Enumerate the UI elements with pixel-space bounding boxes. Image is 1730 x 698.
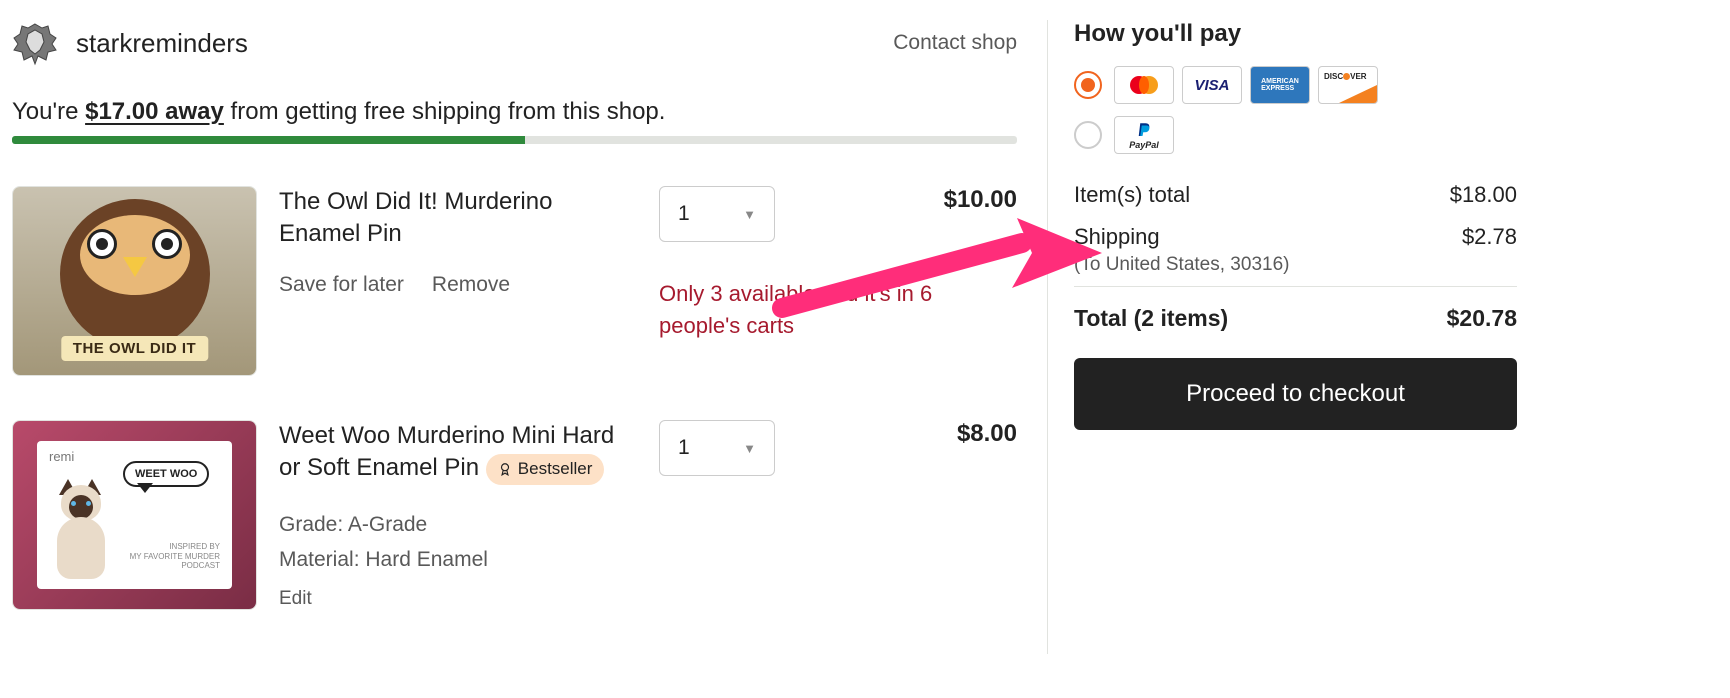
mastercard-icon xyxy=(1114,66,1174,104)
items-total-row: Item(s) total $18.00 xyxy=(1074,174,1517,216)
chevron-down-icon: ▼ xyxy=(743,207,756,222)
shipping-destination[interactable]: (To United States, 30316) xyxy=(1074,254,1517,276)
free-ship-amount: $17.00 away xyxy=(85,98,224,125)
proceed-to-checkout-button[interactable]: Proceed to checkout xyxy=(1074,358,1517,430)
payment-title: How you'll pay xyxy=(1074,20,1517,48)
item-thumbnail[interactable]: THE OWL DID IT xyxy=(12,186,257,376)
grand-total-label: Total (2 items) xyxy=(1074,305,1228,332)
free-shipping-progress xyxy=(12,136,1017,144)
amex-icon: AMERICANEXPRESS xyxy=(1250,66,1310,104)
remove-item-link[interactable]: Remove xyxy=(432,273,510,297)
shipping-value: $2.78 xyxy=(1462,224,1517,250)
edit-item-link[interactable]: Edit xyxy=(279,588,312,610)
save-for-later-link[interactable]: Save for later xyxy=(279,273,404,297)
shipping-label: Shipping xyxy=(1074,224,1160,250)
items-total-value: $18.00 xyxy=(1450,182,1517,208)
cart-item: remi WEET WOO INSPIRED BY MY FAVORITE MU… xyxy=(12,420,1017,610)
urgency-message: Only 3 available and it's in 6 people's … xyxy=(659,278,989,342)
shop-avatar[interactable] xyxy=(12,20,58,66)
divider xyxy=(1074,286,1517,287)
paypal-icon: PayPal xyxy=(1114,116,1174,154)
free-ship-suffix: from getting free shipping from this sho… xyxy=(224,98,666,125)
radio-paypal[interactable] xyxy=(1074,121,1102,149)
quantity-value: 1 xyxy=(678,436,690,460)
paypal-label: PayPal xyxy=(1129,140,1159,150)
free-ship-prefix: You're xyxy=(12,98,85,125)
radio-cards[interactable] xyxy=(1074,71,1102,99)
card-tagline: INSPIRED BY MY FAVORITE MURDER PODCAST xyxy=(130,542,220,571)
free-shipping-message: You're $17.00 away from getting free shi… xyxy=(12,98,1017,126)
progress-fill xyxy=(12,136,525,144)
owl-banner-text: THE OWL DID IT xyxy=(61,336,208,361)
item-thumbnail[interactable]: remi WEET WOO INSPIRED BY MY FAVORITE MU… xyxy=(12,420,257,610)
chevron-down-icon: ▼ xyxy=(743,441,756,456)
item-grade: Grade: A-Grade xyxy=(279,507,637,543)
speech-bubble-text: WEET WOO xyxy=(123,461,209,487)
item-material: Material: Hard Enamel xyxy=(279,542,637,578)
discover-icon: DISCVER xyxy=(1318,66,1378,104)
shop-name[interactable]: starkreminders xyxy=(76,28,248,59)
bestseller-label: Bestseller xyxy=(518,458,593,481)
payment-option-paypal[interactable]: PayPal xyxy=(1074,116,1517,154)
bestseller-badge: Bestseller xyxy=(486,454,605,485)
cart-item: THE OWL DID IT The Owl Did It! Murderino… xyxy=(12,186,1017,376)
visa-icon: VISA xyxy=(1182,66,1242,104)
payment-option-cards[interactable]: VISA AMERICANEXPRESS DISCVER xyxy=(1074,66,1517,104)
quantity-value: 1 xyxy=(678,202,690,226)
grand-total-row: Total (2 items) $20.78 xyxy=(1074,297,1517,340)
grand-total-value: $20.78 xyxy=(1447,305,1517,332)
shipping-row: Shipping $2.78 xyxy=(1074,216,1517,258)
items-total-label: Item(s) total xyxy=(1074,182,1190,208)
wolf-icon xyxy=(12,20,58,66)
item-title[interactable]: Weet Woo Murderino Mini Hard or Soft Ena… xyxy=(279,420,637,485)
shop-header: starkreminders Contact shop xyxy=(12,20,1017,66)
item-price: $10.00 xyxy=(944,186,1017,214)
contact-shop-link[interactable]: Contact shop xyxy=(893,31,1017,55)
quantity-select[interactable]: 1 ▼ xyxy=(659,186,775,242)
quantity-select[interactable]: 1 ▼ xyxy=(659,420,775,476)
award-icon xyxy=(498,462,512,476)
item-price: $8.00 xyxy=(957,420,1017,448)
item-title[interactable]: The Owl Did It! Murderino Enamel Pin xyxy=(279,186,637,251)
